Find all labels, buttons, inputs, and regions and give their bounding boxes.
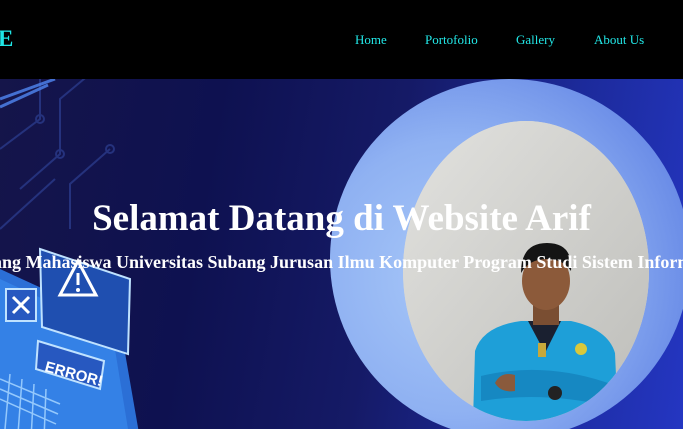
navbar: E Home Portofolio Gallery About Us [0, 0, 683, 79]
nav-link-home[interactable]: Home [355, 32, 387, 48]
nav-link-about-us[interactable]: About Us [594, 32, 644, 48]
site-logo[interactable]: E [0, 26, 13, 52]
hero-section: ERROR! Selamat Datang di Website Arif Se… [0, 79, 683, 429]
nav-link-gallery[interactable]: Gallery [516, 32, 555, 48]
nav-link-portofolio[interactable]: Portofolio [425, 32, 478, 48]
hero-headline: Selamat Datang di Website Arif [92, 198, 591, 239]
hero-subline: Seorang Mahasiswa Universitas Subang Jur… [0, 252, 683, 272]
